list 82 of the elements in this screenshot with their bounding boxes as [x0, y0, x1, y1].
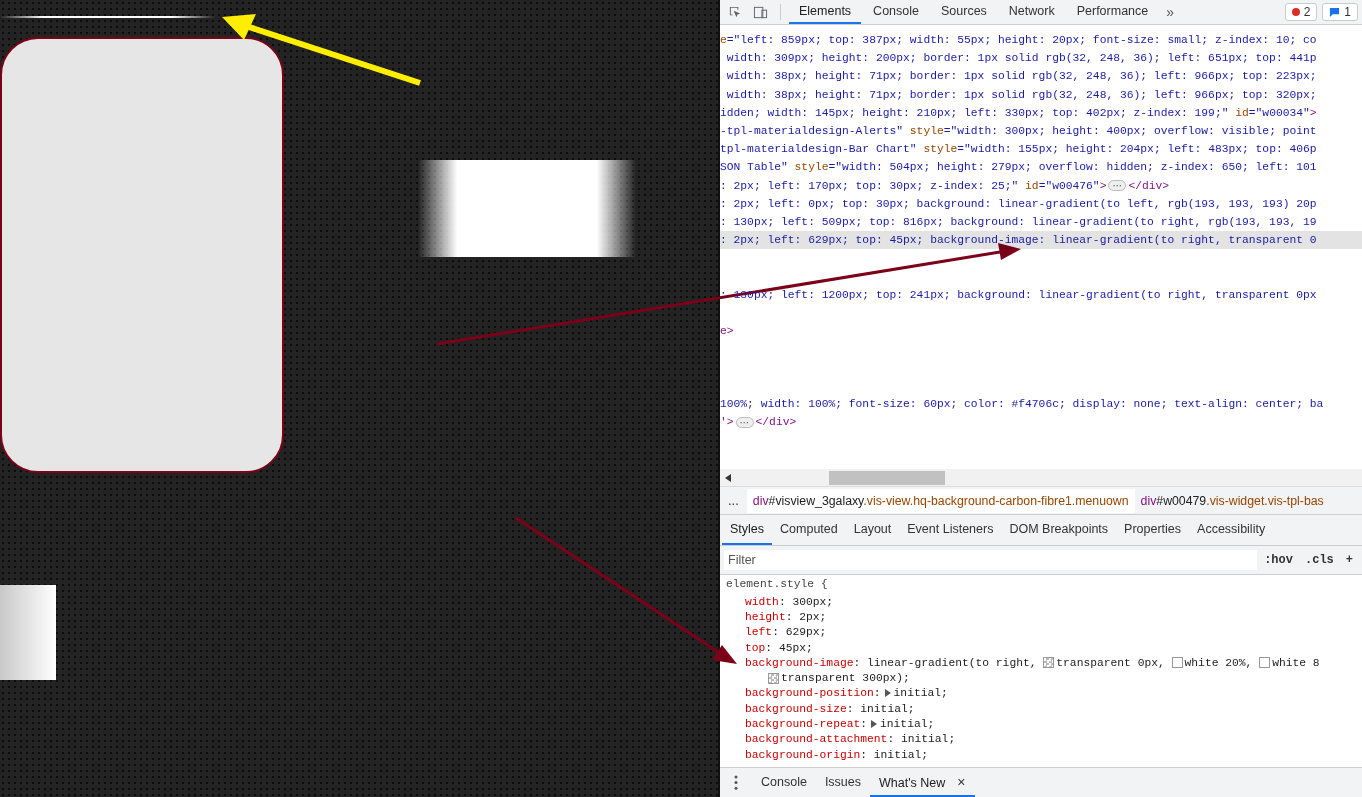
code-line: e> — [720, 325, 734, 338]
horizontal-scrollbar[interactable] — [720, 469, 1362, 487]
property-value: : initial; — [860, 748, 929, 761]
code-line: : 2px; left: 0px; top: 30px; background: linear-gradient(to left, rgb(193, 193, 193) 20p — [720, 197, 1317, 210]
expand-ellipsis-button[interactable]: ⋯ — [1108, 180, 1127, 192]
property-value: initial; — [893, 687, 948, 700]
message-count-badge[interactable]: 1 — [1322, 3, 1358, 21]
scrollbar-thumb[interactable] — [829, 470, 945, 485]
property-value: : initial; — [887, 733, 956, 746]
panel-tab[interactable]: Elements — [789, 0, 862, 24]
property-value: initial; — [880, 718, 935, 730]
filter-toggle-button[interactable]: + — [1340, 553, 1358, 567]
code-line: : 2px; left: 629px; top: 45px; background-image: linear-gradient(to right, transparent 0 — [720, 234, 1317, 247]
more-options-icon[interactable] — [734, 775, 738, 790]
property-value: : initial; — [846, 702, 915, 715]
inspect-icon[interactable] — [728, 4, 743, 20]
code-line: tpl-materialdesign-Bar Chart" style="width: 155px; height: 204px; left: 483px; top: 406p — [720, 143, 1317, 156]
filter-toggle-button[interactable]: :hov — [1259, 553, 1298, 567]
expand-triangle-icon[interactable] — [871, 720, 878, 728]
breadcrumb-item[interactable]: div#w00479.vis-widget.vis-tpl-bas — [1134, 488, 1330, 513]
filter-toggle-button[interactable]: .cls — [1300, 553, 1339, 567]
drawer-tab[interactable]: Issues — [815, 768, 870, 797]
scroll-left-icon[interactable] — [725, 473, 731, 482]
property-value: white 20%, — [1184, 656, 1254, 669]
panel-tab[interactable]: Console — [863, 0, 929, 24]
property-name: background-attachment — [745, 733, 888, 746]
breadcrumb-item[interactable]: div#visview_3galaxy.vis-view.hq-background-carbon-fibre1.menuown — [746, 488, 1135, 513]
sidebar-tab[interactable]: DOM Breakpoints — [1001, 515, 1117, 545]
code-line: '> — [720, 416, 734, 429]
breadcrumb-overflow-button[interactable]: ... — [720, 493, 747, 508]
property-name: background-position — [745, 687, 874, 700]
color-swatch-icon[interactable] — [1259, 657, 1271, 669]
sidebar-tab[interactable]: Properties — [1116, 515, 1190, 545]
closing-tag: </div> — [1128, 179, 1170, 192]
closing-tag: </div> — [755, 416, 797, 429]
property-value: : 300px; — [778, 595, 834, 608]
property-value: : linear-gradient(to right, — [853, 656, 1038, 669]
property-value: : 2px; — [785, 610, 827, 623]
code-line: width: 309px; height: 200px; border: 1px solid rgb(32, 248, 36); left: 651px; top: 441p — [725, 52, 1317, 65]
code-line: idden; width: 145px; height: 210px; left: 330px; top: 402px; z-index: 199;" id="w00034"> — [720, 106, 1317, 119]
property-value: transparent 300px); — [781, 672, 910, 685]
property-value: white 8 — [1272, 656, 1320, 669]
code-line: width: 38px; height: 71px; border: 1px solid rgb(32, 248, 36); left: 966px; top: 223px; — [725, 70, 1317, 83]
expand-triangle-icon[interactable] — [884, 689, 891, 698]
rule-selector: element.style { — [726, 578, 829, 592]
property-value: : 45px; — [765, 641, 813, 654]
drawer-tab[interactable]: What's New × — [870, 768, 975, 797]
code-line: 100%; width: 100%; font-size: 60px; color: #f4706c; display: none; text-align: center; ba — [720, 397, 1324, 410]
panel-tab[interactable]: Sources — [931, 0, 997, 24]
sidebar-tab[interactable]: Computed — [772, 515, 846, 545]
color-swatch-icon[interactable] — [1171, 657, 1183, 669]
property-value: transparent 0px, — [1056, 656, 1166, 669]
more-tabs-button[interactable]: » — [1160, 4, 1181, 20]
code-line: : 2px; left: 170px; top: 30px; z-index: 25;" id="w00476"> — [720, 179, 1107, 192]
filter-field[interactable]: Filter — [724, 550, 1258, 570]
property-value: : 629px; — [772, 626, 827, 639]
panel-tab[interactable]: Network — [998, 0, 1065, 24]
code-line: width: 38px; height: 71px; border: 1px solid rgb(32, 248, 36); left: 966px; top: 320px; — [725, 88, 1317, 101]
color-swatch-icon[interactable] — [768, 672, 779, 684]
color-swatch-icon[interactable] — [1043, 657, 1055, 669]
code-line: : 130px; left: 509px; top: 816px; background: linear-gradient(to right, rgb(193, 193, 19 — [720, 215, 1317, 228]
property-name: width — [745, 595, 779, 608]
code-line: -tpl-materialdesign-Alerts" style="width: 300px; height: 400px; overflow: visible; point — [720, 125, 1317, 138]
device-toolbar-icon[interactable] — [753, 4, 768, 20]
code-line: e="left: 859px; top: 387px; width: 55px; height: 20px; font-size: small; z-index: 10; co — [720, 34, 1317, 47]
expand-ellipsis-button[interactable]: ⋯ — [735, 416, 754, 428]
code-line: SON Table" style="width: 504px; height: 279px; overflow: hidden; z-index: 650; left: 101 — [720, 161, 1317, 174]
property-name: background-repeat — [745, 718, 861, 730]
error-count-badge[interactable]: 2 — [1284, 3, 1318, 21]
property-name: background-origin — [745, 748, 861, 761]
property-value: : — [873, 687, 881, 700]
property-name: background-size — [745, 702, 847, 715]
panel-tab[interactable]: Performance — [1066, 0, 1159, 24]
property-name: top — [745, 641, 766, 654]
property-value: : — [860, 718, 868, 730]
property-name: left — [745, 626, 773, 639]
drawer-tab[interactable]: Console — [752, 768, 816, 797]
property-name: background-image — [745, 656, 854, 669]
sidebar-tab[interactable]: Accessibility — [1189, 515, 1274, 545]
sidebar-tab[interactable]: Layout — [845, 515, 900, 545]
property-name: height — [745, 610, 786, 623]
sidebar-tab[interactable]: Event Listeners — [899, 515, 1002, 545]
